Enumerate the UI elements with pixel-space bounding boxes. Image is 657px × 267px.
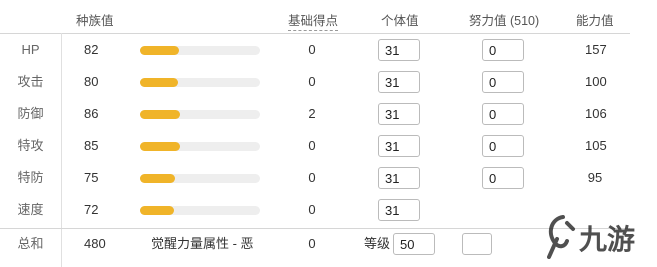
iv-input[interactable]	[378, 71, 420, 93]
base-stat-value: 72	[84, 202, 99, 217]
header-iv: 个体值	[381, 14, 419, 28]
ev-input[interactable]	[482, 103, 524, 125]
base-points-value: 0	[308, 170, 316, 185]
base-stat-bar	[140, 174, 260, 183]
base-points-value: 0	[308, 42, 316, 57]
stat-name: 防御	[17, 106, 44, 121]
base-stat-value: 80	[84, 74, 99, 89]
base-stat-bar-fill	[140, 174, 175, 183]
stat-row-sp-attack: 特攻 85 0 105	[0, 130, 657, 162]
base-stat-bar	[140, 46, 260, 55]
stat-name: 攻击	[17, 74, 44, 89]
header-ev: 努力值 (510)	[469, 14, 540, 28]
base-points-value: 0	[308, 138, 316, 153]
total-label: 总和	[17, 236, 44, 251]
stat-row-attack: 攻击 80 0 100	[0, 66, 657, 98]
base-points-value: 2	[308, 106, 316, 121]
ev-input[interactable]	[482, 71, 524, 93]
base-stat-bar-fill	[140, 142, 180, 151]
final-stat-value: 106	[585, 106, 607, 121]
total-base-value: 480	[84, 236, 106, 251]
stat-name: HP	[21, 42, 40, 57]
ev-input[interactable]	[482, 167, 524, 189]
final-stat-value: 100	[585, 74, 607, 89]
level-label: 等级	[364, 236, 391, 251]
stat-row-hp: HP 82 0 157	[0, 34, 657, 66]
base-stat-bar	[140, 206, 260, 215]
base-stat-bar-fill	[140, 78, 178, 87]
stat-row-sp-defense: 特防 75 0 95	[0, 162, 657, 194]
base-stat-value: 86	[84, 106, 99, 121]
base-points-value: 0	[308, 202, 316, 217]
stat-row-defense: 防御 86 2 106	[0, 98, 657, 130]
total-base-points: 0	[308, 236, 316, 251]
stat-calculator-table: 种族值 基础得点 个体值 努力值 (510) 能力值 HP 82 0 157 攻…	[0, 0, 657, 267]
base-stat-value: 82	[84, 42, 99, 57]
iv-input[interactable]	[378, 39, 420, 61]
stat-name: 特攻	[17, 138, 44, 153]
base-points-value: 0	[308, 74, 316, 89]
nature-select[interactable]	[462, 233, 492, 255]
base-stat-bar-fill	[140, 110, 180, 119]
ev-input[interactable]	[482, 39, 524, 61]
jiuyou-watermark-logo: 九游	[547, 215, 635, 259]
iv-input[interactable]	[378, 199, 420, 221]
final-stat-value: 157	[585, 42, 607, 57]
base-stat-bar-fill	[140, 46, 179, 55]
base-stat-value: 85	[84, 138, 99, 153]
iv-input[interactable]	[378, 103, 420, 125]
watermark-text: 九游	[579, 223, 635, 256]
base-stat-value: 75	[84, 170, 99, 185]
header-base-points[interactable]: 基础得点	[288, 10, 339, 31]
base-stat-bar-fill	[140, 206, 174, 215]
iv-input[interactable]	[378, 167, 420, 189]
final-stat-value: 95	[587, 170, 603, 185]
ev-input[interactable]	[482, 135, 524, 157]
level-input[interactable]	[393, 233, 435, 255]
base-stat-bar	[140, 142, 260, 151]
header-final-stat: 能力值	[576, 14, 614, 28]
hidden-power-type: 觉醒力量属性 - 恶	[151, 236, 254, 251]
base-stat-bar	[140, 110, 260, 119]
stat-name: 速度	[17, 202, 44, 217]
final-stat-value: 105	[585, 138, 607, 153]
header-base-stat: 种族值	[76, 14, 114, 28]
stat-name: 特防	[17, 170, 44, 185]
base-stat-bar	[140, 78, 260, 87]
iv-input[interactable]	[378, 135, 420, 157]
